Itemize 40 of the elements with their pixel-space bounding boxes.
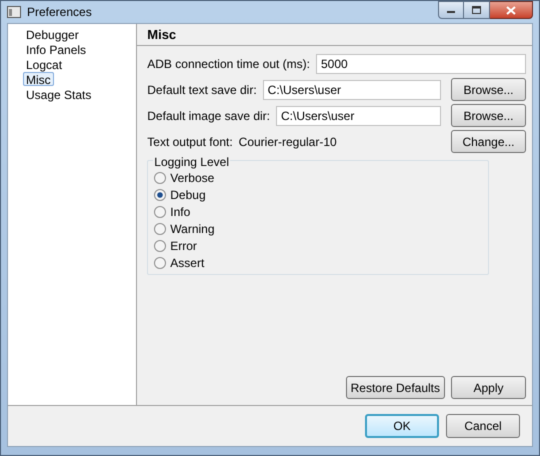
page-title: Misc [147,26,176,44]
field-label: Text output font: [147,134,233,150]
maximize-icon [472,6,481,14]
window-icon [7,6,21,18]
action-button[interactable]: Restore Defaults [346,376,445,399]
field-label: Default image save dir: [147,108,270,124]
browse-button[interactable]: Browse... [451,78,526,101]
radio-button[interactable] [154,240,166,252]
dialog-button[interactable]: OK [365,414,439,438]
radio-label: Debug [170,187,206,204]
radio-label: Verbose [170,170,214,187]
radio-label: Info [170,204,190,221]
text-field[interactable]: 5000 [316,54,526,74]
radio-button[interactable] [154,257,166,269]
sidebar-item[interactable]: Debugger [23,27,82,41]
text-field[interactable]: C:\Users\user [276,106,441,126]
radio-label: Error [170,238,197,255]
maximize-button[interactable] [464,1,490,19]
radio-button[interactable] [154,189,166,201]
browse-button[interactable]: Change... [451,130,526,153]
browse-button[interactable]: Browse... [451,104,526,127]
sidebar-item[interactable]: Logcat [23,57,66,71]
field-label: ADB connection time out (ms): [147,56,310,72]
close-icon [506,6,516,14]
sidebar-item[interactable]: Usage Stats [23,87,94,101]
radio-button[interactable] [154,223,166,235]
close-button[interactable] [490,1,533,19]
field-label: Default text save dir: [147,82,257,98]
radio-button[interactable] [154,206,166,218]
window-title: Preferences [27,4,92,21]
dialog-button[interactable]: Cancel [446,414,520,438]
action-button[interactable]: Apply [451,376,526,399]
sidebar-item[interactable]: Info Panels [23,42,90,56]
radio-button[interactable] [154,172,166,184]
radio-label: Warning [170,221,215,238]
text-field[interactable]: C:\Users\user [262,80,441,100]
radio-label: Assert [170,255,204,272]
minimize-button[interactable] [438,1,464,19]
sidebar-item[interactable]: Misc [23,72,54,86]
font-value: Courier-regular-10 [238,134,338,150]
